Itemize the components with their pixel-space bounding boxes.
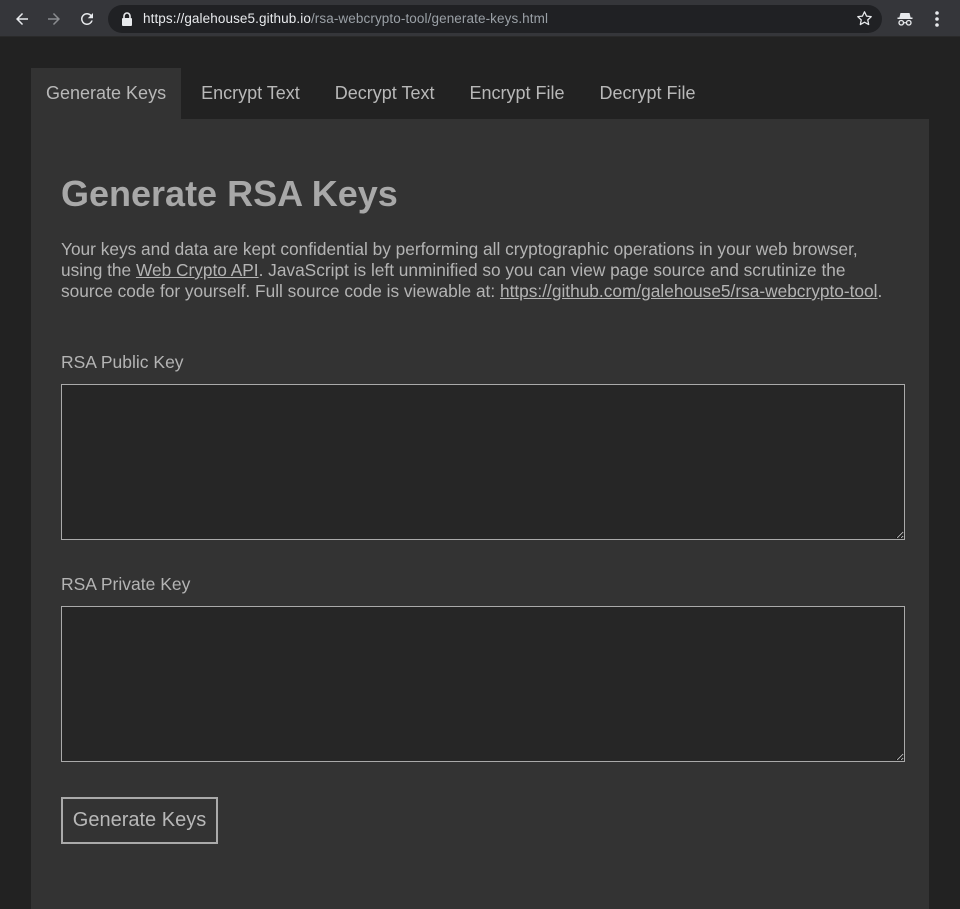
web-crypto-api-link[interactable]: Web Crypto API [136,260,259,280]
private-key-label: RSA Private Key [61,574,191,594]
reload-icon [80,12,93,25]
browser-toolbar: https://galehouse5.github.io/rsa-webcryp… [0,0,960,37]
arrow-left-icon [16,13,28,25]
page-content: Generate Keys Encrypt Text Decrypt Text … [0,38,960,909]
star-icon[interactable] [856,10,873,27]
tab-generate-keys[interactable]: Generate Keys [31,68,182,119]
generate-keys-button[interactable]: Generate Keys [61,797,218,844]
private-key-textarea[interactable] [61,606,905,762]
public-key-label: RSA Public Key [61,352,184,372]
intro-text-3: . [877,281,883,301]
tab-encrypt-text[interactable]: Encrypt Text [186,68,315,119]
url-host: https://galehouse5.github.io [143,11,311,26]
tab-decrypt-text[interactable]: Decrypt Text [320,68,450,119]
github-source-link[interactable]: https://github.com/galehouse5/rsa-webcry… [500,281,878,301]
tab-decrypt-file[interactable]: Decrypt File [585,68,711,119]
address-bar[interactable]: https://galehouse5.github.io/rsa-webcryp… [108,5,882,33]
kebab-menu-icon[interactable] [930,9,944,29]
intro-paragraph: Your keys and data are kept confidential… [61,239,901,302]
url-path: /rsa-webcrypto-tool/generate-keys.html [310,11,549,26]
reload-button[interactable] [76,8,98,30]
url-text: https://galehouse5.github.io/rsa-webcryp… [143,11,548,26]
incognito-icon[interactable] [896,10,914,28]
forward-button[interactable] [43,8,65,30]
tab-encrypt-file[interactable]: Encrypt File [455,68,580,119]
tab-bar: Generate Keys Encrypt Text Decrypt Text … [31,68,711,119]
back-button[interactable] [11,8,33,30]
page-title: Generate RSA Keys [61,173,398,214]
generate-keys-panel: Generate RSA Keys Your keys and data are… [31,119,929,909]
lock-icon [122,12,132,26]
arrow-right-icon [48,13,60,25]
public-key-textarea[interactable] [61,384,905,540]
